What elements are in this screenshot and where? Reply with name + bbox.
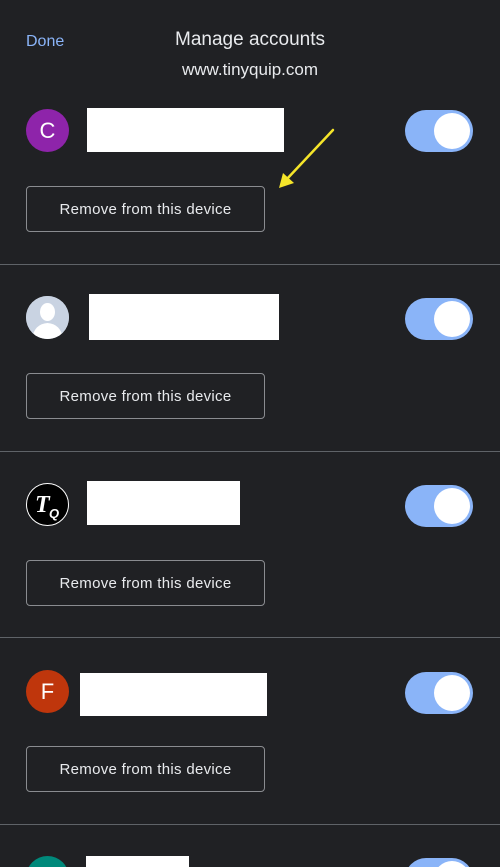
avatar: F [26,670,69,713]
remove-from-device-button[interactable]: Remove from this device [26,746,265,792]
toggle-knob [434,301,470,337]
avatar-letter: C [39,117,56,143]
divider [0,637,500,638]
redacted-account-name [87,108,284,152]
account-toggle[interactable] [405,110,473,152]
avatar: T Q [26,483,69,526]
avatar [26,296,69,339]
account-toggle[interactable] [405,485,473,527]
remove-from-device-button[interactable]: Remove from this device [26,560,265,606]
divider [0,824,500,825]
account-toggle[interactable] [405,298,473,340]
avatar: C [26,109,69,152]
toggle-knob [434,488,470,524]
toggle-knob [434,861,470,867]
avatar [26,856,69,867]
divider [0,451,500,452]
toggle-knob [434,113,470,149]
person-silhouette-icon [26,296,69,339]
manage-accounts-screen: Done Manage accounts www.tinyquip.com C … [0,0,500,867]
divider [0,264,500,265]
redacted-account-name [80,673,267,716]
annotation-arrow-icon [279,128,335,188]
svg-text:Q: Q [49,506,59,521]
remove-from-device-button[interactable]: Remove from this device [26,373,265,419]
remove-from-device-button[interactable]: Remove from this device [26,186,265,232]
redacted-account-name [86,856,189,867]
account-toggle[interactable] [405,858,473,867]
redacted-account-name [89,294,279,340]
account-toggle[interactable] [405,672,473,714]
tinyquip-logo-icon: T Q [35,492,59,521]
avatar-letter: F [40,678,55,704]
redacted-account-name [87,481,240,525]
account-row: C Remove from this device [0,0,500,264]
toggle-knob [434,675,470,711]
